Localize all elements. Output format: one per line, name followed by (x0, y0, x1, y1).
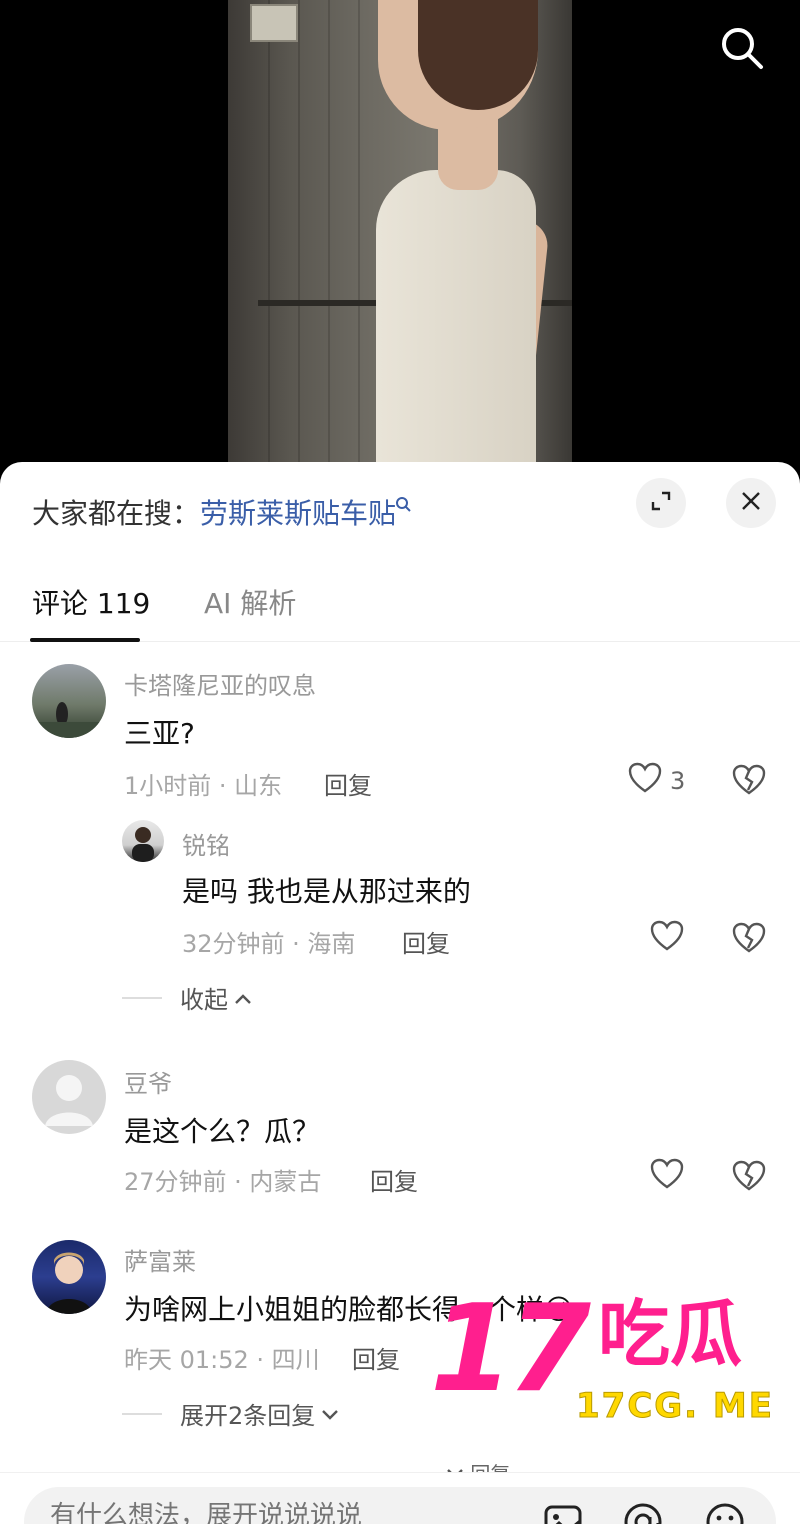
comment-username[interactable]: 豆爷 (124, 1064, 172, 1099)
bottom-input-bar (0, 1472, 800, 1524)
broken-heart-icon (732, 764, 766, 800)
expand-replies-button[interactable]: 展开2条回复 (122, 1396, 339, 1431)
dislike-button[interactable] (732, 1160, 766, 1196)
reply-button[interactable]: 回复 (402, 924, 450, 959)
like-button[interactable] (650, 920, 684, 958)
reply-username[interactable]: 锐铭 (182, 826, 230, 861)
watermark-number: 17 (430, 1280, 591, 1419)
tab-underline (30, 638, 140, 642)
collapse-replies-button[interactable]: 收起 (122, 980, 252, 1015)
comment-input[interactable] (50, 1501, 530, 1524)
reply-button[interactable]: 回复 (352, 1340, 400, 1375)
tab-bar: 评论 119 AI 解析 (0, 572, 800, 642)
image-icon[interactable] (542, 1501, 584, 1524)
tab-comments[interactable]: 评论 119 (32, 582, 150, 622)
close-button[interactable] (726, 478, 776, 528)
like-button[interactable] (650, 1158, 684, 1196)
comment-input-pill[interactable] (24, 1487, 776, 1524)
comment-text: 是这个么？瓜？ (124, 1115, 321, 1148)
search-icon[interactable] (718, 24, 766, 72)
figure-body (376, 170, 536, 480)
wall-sign (250, 4, 298, 42)
avatar[interactable] (122, 820, 164, 862)
collapse-label: 收起 (180, 986, 228, 1014)
broken-heart-icon (732, 1160, 766, 1196)
comment-username[interactable]: 萨富莱 (124, 1242, 196, 1277)
expand-button[interactable] (636, 478, 686, 528)
watermark-url: 17CG. ME (576, 1386, 774, 1427)
like-count: 3 (670, 767, 686, 795)
reply-meta: 32分钟前 · 海南 (182, 930, 356, 958)
reply-text: 是吗 我也是从那过来的 (182, 875, 471, 908)
close-icon (740, 490, 762, 516)
dislike-button[interactable] (732, 764, 766, 800)
tab-ai-analysis[interactable]: AI 解析 (204, 582, 296, 622)
expand-icon (650, 490, 672, 516)
heart-icon (650, 920, 684, 958)
like-button[interactable]: 3 (628, 762, 685, 800)
search-small-icon (396, 497, 412, 530)
comment-meta: 1小时前 · 山东 (124, 772, 283, 800)
comment-meta: 昨天 01:52 · 四川 (124, 1346, 320, 1374)
heart-icon (628, 762, 662, 800)
chevron-down-icon (321, 1400, 339, 1428)
comment-meta: 27分钟前 · 内蒙古 (124, 1168, 322, 1196)
avatar[interactable] (32, 664, 106, 738)
watermark-logo: 17 吃瓜 17CG. ME (430, 1290, 790, 1430)
comment-text: 三亚? (124, 717, 195, 750)
hot-search-prefix: 大家都在搜： (32, 497, 201, 530)
chevron-up-icon (234, 984, 252, 1012)
reply-button[interactable]: 回复 (324, 766, 372, 801)
expand-label: 展开2条回复 (180, 1402, 316, 1430)
video-player[interactable] (0, 0, 800, 480)
dislike-button[interactable] (732, 922, 766, 958)
at-mention-icon[interactable] (622, 1501, 664, 1524)
heart-icon (650, 1158, 684, 1196)
avatar[interactable] (32, 1060, 106, 1134)
hot-search[interactable]: 大家都在搜：劳斯莱斯贴车贴 (32, 492, 412, 532)
emoji-icon[interactable] (704, 1501, 746, 1524)
reply-button[interactable]: 回复 (370, 1162, 418, 1197)
broken-heart-icon (732, 922, 766, 958)
hot-search-query[interactable]: 劳斯莱斯贴车贴 (200, 497, 396, 530)
avatar[interactable] (32, 1240, 106, 1314)
watermark-text: 吃瓜 (598, 1292, 743, 1376)
comment-username[interactable]: 卡塔隆尼亚的叹息 (124, 666, 316, 701)
video-frame (228, 0, 572, 480)
